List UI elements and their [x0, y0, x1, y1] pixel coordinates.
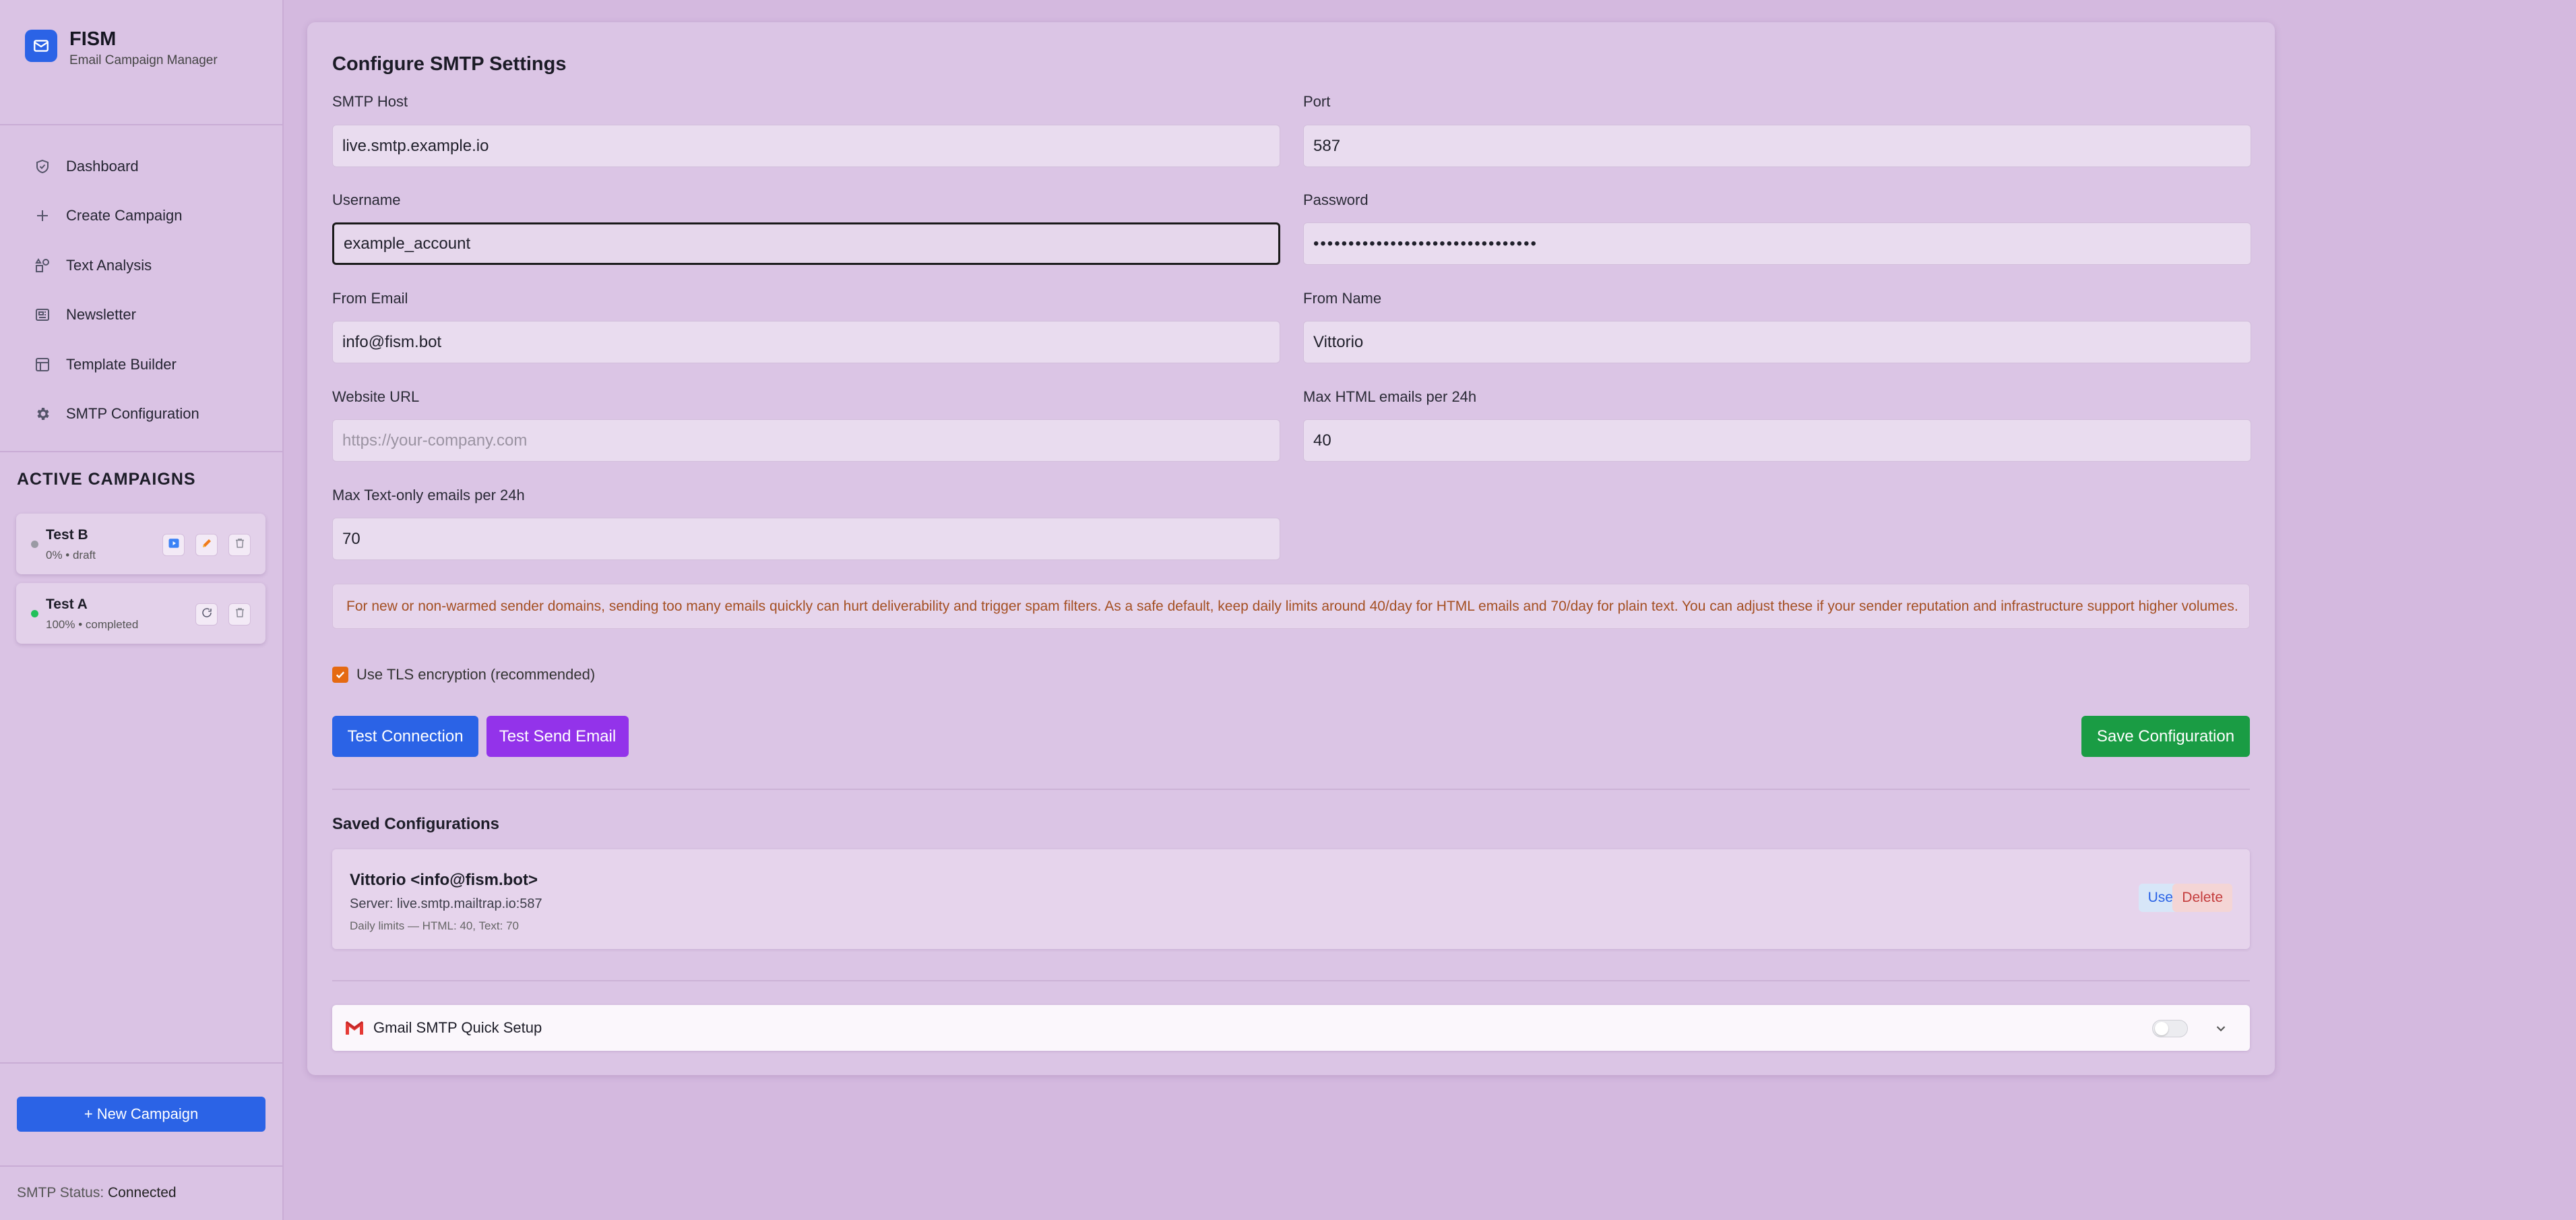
status-dot: [31, 610, 38, 617]
max-html-label: Max HTML emails per 24h: [1303, 388, 1477, 405]
sidebar-item-label: Dashboard: [66, 157, 139, 175]
from-email-label: From Email: [332, 290, 408, 307]
tls-label: Use TLS encryption (recommended): [356, 666, 596, 683]
campaign-actions: [195, 603, 251, 626]
test-connection-button[interactable]: Test Connection: [332, 716, 478, 757]
username-input[interactable]: [332, 222, 1280, 265]
sidebar-item-dashboard[interactable]: Dashboard: [0, 142, 282, 191]
saved-config-limits: Daily limits — HTML: 40, Text: 70: [350, 919, 519, 932]
gmail-quick-setup-label: Gmail SMTP Quick Setup: [373, 1019, 542, 1036]
test-send-email-button[interactable]: Test Send Email: [486, 716, 629, 757]
sidebar-item-label: Newsletter: [66, 306, 136, 324]
mail-logo-icon: [25, 30, 57, 62]
delete-config-button[interactable]: Delete: [2172, 884, 2232, 912]
sidebar-divider: [0, 451, 282, 452]
sidebar-item-label: Create Campaign: [66, 207, 183, 224]
campaign-name: Test A: [46, 597, 88, 612]
delete-button[interactable]: [228, 534, 251, 556]
tls-option: Use TLS encryption (recommended): [332, 666, 595, 683]
sidebar-nav: Dashboard Create Campaign Text Analysis …: [0, 142, 282, 439]
sidebar-item-text-analysis[interactable]: Text Analysis: [0, 241, 282, 291]
campaign-meta: 100% • completed: [46, 618, 139, 631]
shapes-icon: [34, 257, 51, 274]
tls-checkbox[interactable]: [332, 667, 348, 683]
section-divider: [332, 980, 2250, 981]
campaign-name: Test B: [46, 527, 88, 543]
password-input[interactable]: [1303, 222, 2251, 265]
sidebar-item-label: Template Builder: [66, 355, 177, 373]
sidebar-divider: [0, 124, 282, 125]
deliverability-notice: For new or non-warmed sender domains, se…: [332, 584, 2250, 629]
pencil-icon: [201, 537, 213, 553]
gmail-icon: [344, 1020, 365, 1039]
campaign-meta: 0% • draft: [46, 549, 96, 561]
trash-icon: [234, 537, 246, 553]
sidebar-item-create-campaign[interactable]: Create Campaign: [0, 191, 282, 241]
sidebar-item-smtp-configuration[interactable]: SMTP Configuration: [0, 390, 282, 439]
username-label: Username: [332, 191, 401, 208]
sidebar-divider: [0, 1062, 282, 1064]
status-dot: [31, 541, 38, 548]
brand: FISM Email Campaign Manager: [25, 27, 218, 70]
refresh-icon: [201, 607, 213, 622]
newspaper-icon: [34, 306, 51, 324]
campaign-actions: [162, 534, 251, 556]
campaign-card[interactable]: Test A 100% • completed: [16, 583, 265, 644]
save-configuration-button[interactable]: Save Configuration: [2081, 716, 2250, 757]
from-name-input[interactable]: [1303, 321, 2251, 363]
port-input[interactable]: [1303, 125, 2251, 167]
website-url-label: Website URL: [332, 388, 420, 405]
saved-config-name: Vittorio <info@fism.bot>: [350, 871, 538, 889]
website-url-input[interactable]: [332, 419, 1280, 462]
sidebar-item-template-builder[interactable]: Template Builder: [0, 340, 282, 390]
sidebar-item-label: SMTP Configuration: [66, 405, 199, 423]
edit-button[interactable]: [195, 534, 218, 556]
layout-icon: [34, 356, 51, 373]
saved-configuration-card: Vittorio <info@fism.bot> Server: live.sm…: [332, 849, 2250, 949]
port-label: Port: [1303, 93, 1331, 110]
chevron-down-icon[interactable]: [2213, 1021, 2228, 1039]
sidebar-item-newsletter[interactable]: Newsletter: [0, 291, 282, 340]
gear-icon: [34, 405, 51, 423]
play-icon: [168, 537, 180, 553]
toggle-knob: [2155, 1022, 2168, 1035]
brand-name: FISM: [69, 28, 117, 50]
new-campaign-button[interactable]: + New Campaign: [17, 1097, 265, 1132]
sidebar: FISM Email Campaign Manager Dashboard Cr…: [0, 0, 284, 1220]
gmail-quick-setup[interactable]: Gmail SMTP Quick Setup: [332, 1005, 2250, 1051]
password-label: Password: [1303, 191, 1369, 208]
smtp-settings-panel: Configure SMTP Settings SMTP Host Port U…: [307, 22, 2275, 1075]
sidebar-divider: [0, 1165, 282, 1167]
restart-button[interactable]: [195, 603, 218, 626]
brand-subtitle: Email Campaign Manager: [69, 53, 218, 67]
smtp-host-input[interactable]: [332, 125, 1280, 167]
smtp-status-label: SMTP Status:: [17, 1185, 104, 1200]
section-divider: [332, 789, 2250, 790]
campaign-card[interactable]: Test B 0% • draft: [16, 514, 265, 574]
saved-configurations-heading: Saved Configurations: [332, 815, 500, 833]
max-text-input[interactable]: [332, 518, 1280, 560]
sidebar-item-label: Text Analysis: [66, 256, 152, 274]
play-button[interactable]: [162, 534, 185, 556]
active-campaigns-heading: ACTIVE CAMPAIGNS: [17, 470, 196, 489]
from-email-input[interactable]: [332, 321, 1280, 363]
trash-icon: [234, 607, 246, 622]
plus-icon: [34, 207, 51, 224]
gmail-toggle[interactable]: [2152, 1020, 2188, 1037]
saved-config-server: Server: live.smtp.mailtrap.io:587: [350, 896, 542, 911]
shield-check-icon: [34, 158, 51, 175]
max-html-input[interactable]: [1303, 419, 2251, 462]
smtp-status: SMTP Status: Connected: [17, 1185, 177, 1201]
smtp-host-label: SMTP Host: [332, 93, 408, 110]
page-title: Configure SMTP Settings: [332, 53, 567, 75]
smtp-status-value: Connected: [108, 1185, 177, 1200]
max-text-label: Max Text-only emails per 24h: [332, 487, 525, 504]
delete-button[interactable]: [228, 603, 251, 626]
from-name-label: From Name: [1303, 290, 1382, 307]
